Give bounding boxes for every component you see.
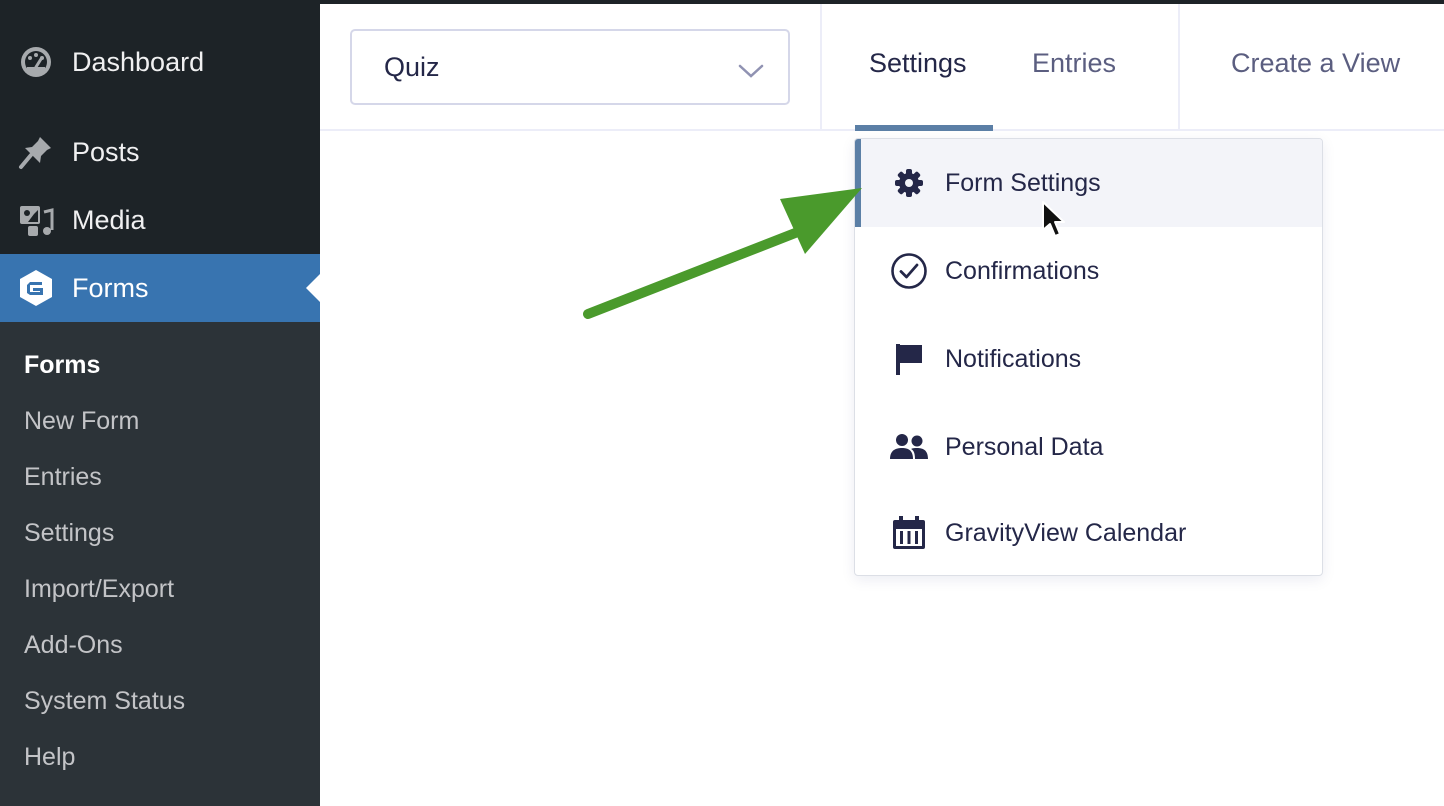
submenu-item-add-ons[interactable]: Add-Ons	[0, 622, 320, 678]
menu-item-media[interactable]: Media	[0, 186, 320, 254]
dropdown-item-label: GravityView Calendar	[945, 518, 1187, 547]
menu-item-label: Forms	[72, 272, 149, 303]
menu-item-label: Media	[72, 204, 146, 235]
form-header: Quiz Settings Entries Create a View	[320, 4, 1444, 131]
mouse-cursor-icon	[1040, 200, 1066, 245]
dropdown-item-label: Confirmations	[945, 256, 1100, 285]
settings-dropdown-menu: Form Settings Confirmations Notification…	[854, 138, 1323, 576]
chevron-down-icon	[738, 55, 764, 86]
gear-icon	[889, 163, 929, 203]
dropdown-item-notifications[interactable]: Notifications	[855, 315, 1322, 403]
dropdown-item-label: Form Settings	[945, 168, 1101, 197]
dropdown-item-form-settings[interactable]: Form Settings	[855, 139, 1322, 227]
header-divider	[1178, 4, 1180, 131]
submenu-item-import-export[interactable]: Import/Export	[0, 566, 320, 622]
flag-icon	[889, 339, 929, 379]
menu-item-dashboard[interactable]: Dashboard	[0, 28, 320, 96]
dashboard-icon	[0, 45, 72, 79]
submenu-item-help[interactable]: Help	[0, 734, 320, 790]
menu-item-label: Posts	[72, 136, 140, 167]
submenu-item-settings[interactable]: Settings	[0, 510, 320, 566]
menu-item-label: Dashboard	[72, 46, 205, 77]
check-circle-icon	[889, 251, 929, 291]
active-tab-indicator	[855, 125, 993, 131]
submenu-item-entries[interactable]: Entries	[0, 454, 320, 510]
tab-settings[interactable]: Settings	[869, 48, 967, 79]
pin-icon	[0, 134, 72, 170]
dropdown-item-confirmations[interactable]: Confirmations	[855, 227, 1322, 315]
form-switcher-select[interactable]: Quiz	[350, 29, 790, 105]
submenu-item-system-status[interactable]: System Status	[0, 678, 320, 734]
forms-submenu: Forms New Form Entries Settings Import/E…	[0, 322, 320, 806]
gravity-forms-icon	[0, 269, 72, 307]
submenu-item-new-form[interactable]: New Form	[0, 398, 320, 454]
dropdown-item-label: Personal Data	[945, 432, 1104, 461]
menu-item-posts[interactable]: Posts	[0, 118, 320, 186]
header-divider	[820, 4, 822, 131]
submenu-item-forms[interactable]: Forms	[0, 342, 320, 398]
tab-create-a-view[interactable]: Create a View	[1231, 48, 1400, 79]
tab-entries[interactable]: Entries	[1032, 48, 1116, 79]
admin-sidebar: Dashboard Posts Media Forms Forms New Fo…	[0, 0, 320, 806]
menu-item-forms[interactable]: Forms	[0, 254, 320, 322]
form-switcher-value: Quiz	[384, 51, 440, 82]
users-icon	[889, 427, 929, 467]
dropdown-item-label: Notifications	[945, 344, 1082, 373]
calendar-icon	[889, 513, 929, 553]
media-icon	[0, 202, 72, 238]
dropdown-item-personal-data[interactable]: Personal Data	[855, 403, 1322, 491]
dropdown-item-gravityview-calendar[interactable]: GravityView Calendar	[855, 489, 1322, 575]
